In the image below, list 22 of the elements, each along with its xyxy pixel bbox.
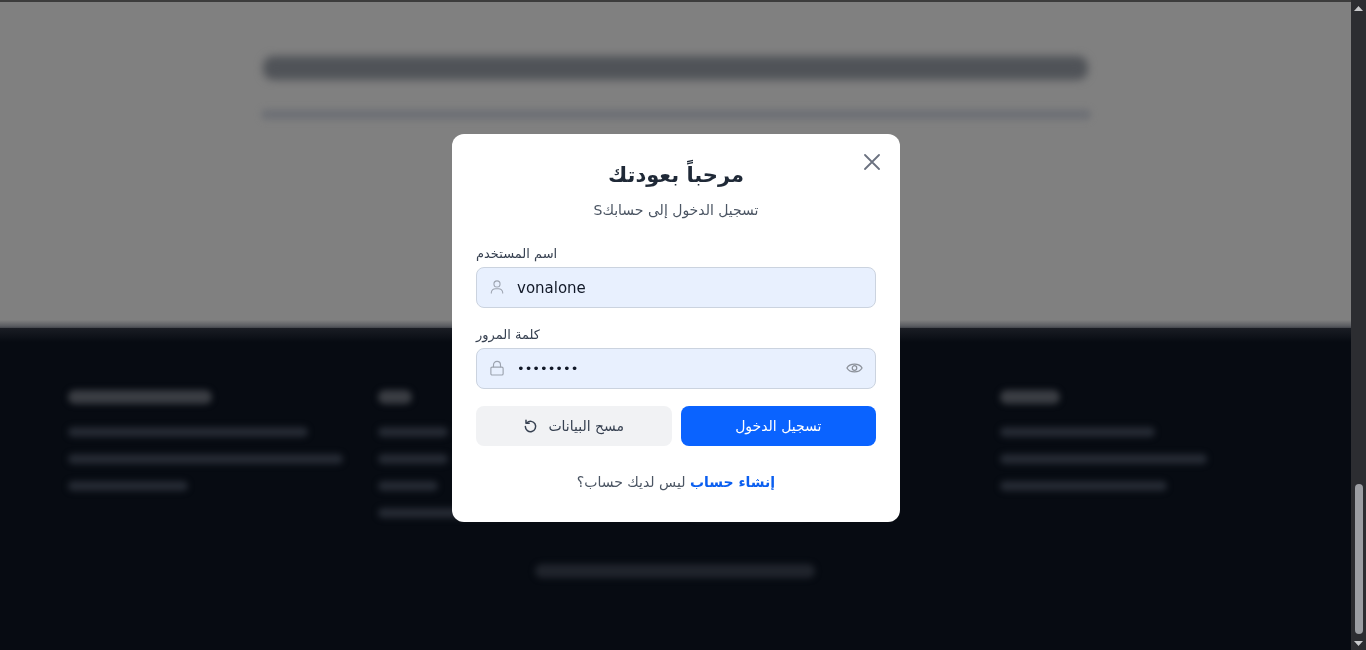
password-field[interactable]: ••••••••: [476, 348, 876, 389]
blurred-text: [378, 481, 438, 491]
dialog-title: مرحباً بعودتك: [476, 160, 876, 190]
scrollbar-thumb[interactable]: [1354, 484, 1363, 634]
field-label: اسم المستخدم: [476, 245, 558, 263]
refresh-icon: [523, 418, 539, 434]
login-button[interactable]: تسجيل الدخول: [680, 406, 876, 446]
user-icon: [490, 279, 504, 295]
scroll-down-arrow-icon[interactable]: [1354, 641, 1363, 646]
scroll-up-arrow-icon[interactable]: [1354, 6, 1363, 11]
blurred-text: [378, 427, 448, 437]
blurred-text: [1000, 390, 1060, 404]
lock-icon: [490, 360, 504, 376]
blurred-text: [378, 390, 412, 404]
eye-icon[interactable]: [846, 362, 863, 374]
signup-prompt: إنشاء حساب ليس لديك حساب؟: [575, 473, 777, 493]
blurred-text: [378, 454, 448, 464]
username-field[interactable]: vonalone: [476, 267, 876, 308]
clear-button[interactable]: مسح البيانات: [476, 406, 672, 446]
dialog-subtitle: تسجيل الدخول إلى حسابكS: [592, 201, 760, 221]
signup-link[interactable]: إنشاء حساب: [689, 474, 776, 490]
field-label: كلمة المرور: [476, 326, 540, 344]
